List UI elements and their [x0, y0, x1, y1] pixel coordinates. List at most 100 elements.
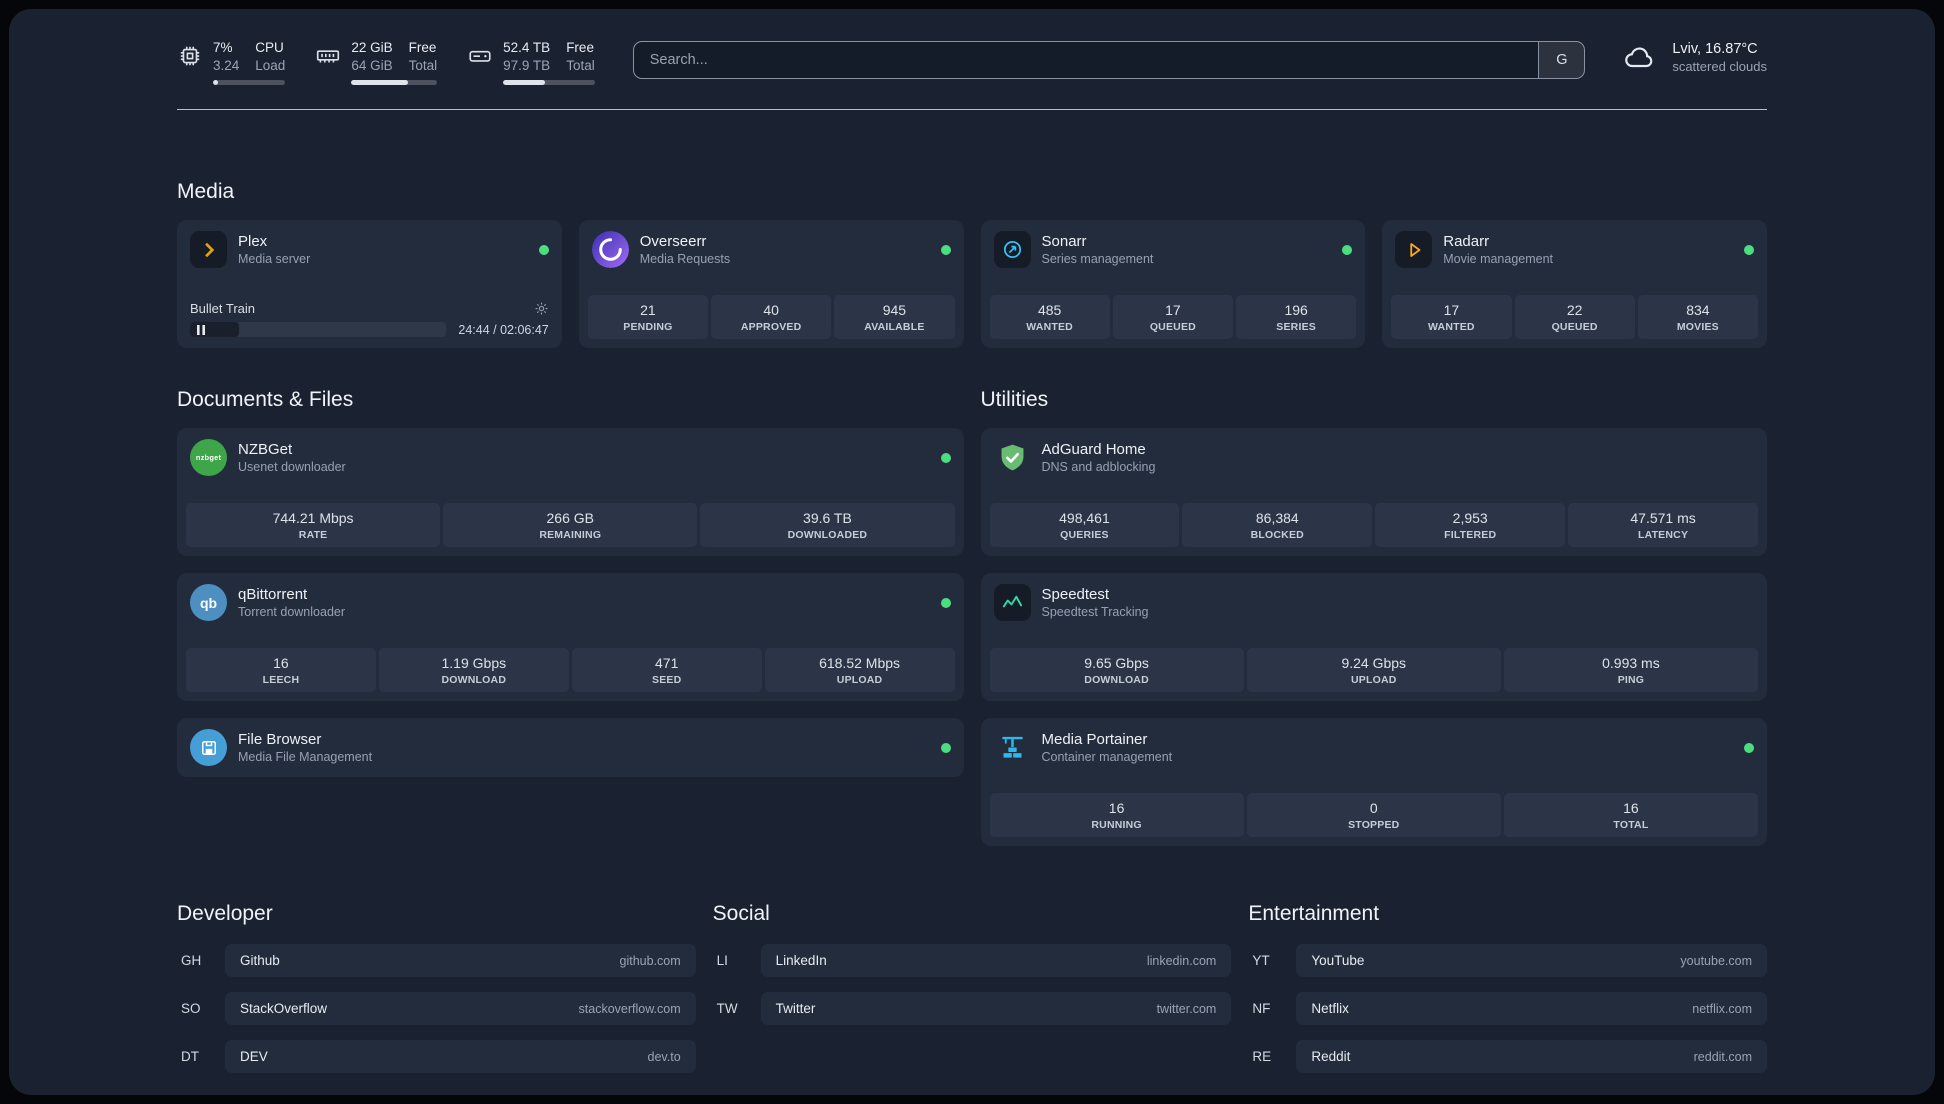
stat-remaining: 266 GB REMAINING — [443, 503, 698, 548]
bookmark-group-title: Entertainment — [1248, 902, 1380, 926]
service-desc: Media Requests — [639, 252, 731, 267]
radarr-icon — [1395, 231, 1433, 269]
service-name: File Browser — [238, 731, 322, 749]
resource-widget-memory: 22 GiB 64 GiB Free Total — [315, 39, 438, 86]
service-desc: Speedtest Tracking — [1041, 605, 1149, 620]
service-card-overseerr[interactable]: Overseerr Media Requests 21 PENDING 40 APP… — [578, 220, 964, 349]
service-card-plex[interactable]: Plex Media server Bullet Train 24:44 / 0… — [177, 220, 562, 349]
stat-downloaded: 39.6 TB DOWNLOADED — [700, 503, 955, 548]
stat-stopped: 0 STOPPED — [1246, 793, 1501, 838]
service-card-radarr[interactable]: Radarr Movie management 17 WANTED 22 QUEUE… — [1382, 220, 1767, 349]
qbittorrent-icon: qb — [190, 584, 227, 622]
service-card-qbittorrent[interactable]: qb qBittorrent Torrent downloader 16 LEEC… — [177, 573, 964, 702]
weather-location: Lviv, 16.87°C — [1672, 41, 1758, 57]
service-desc: Media File Management — [238, 750, 373, 765]
weather-widget[interactable]: Lviv, 16.87°C scattered clouds — [1619, 41, 1767, 74]
service-card-sonarr[interactable]: Sonarr Series management 485 WANTED 17 QUE… — [980, 220, 1366, 349]
disk-progress-track — [503, 80, 595, 86]
bookmark-url: youtube.com — [1680, 953, 1752, 968]
playback-progress-bar[interactable] — [190, 322, 447, 338]
service-card-speedtest[interactable]: Speedtest Speedtest Tracking 9.65 Gbps DO… — [980, 573, 1767, 702]
memory-total-label: Total — [408, 58, 438, 74]
stat-seed: 471 SEED — [571, 648, 762, 693]
bookmark-name: YouTube — [1311, 953, 1365, 969]
service-desc: Usenet downloader — [238, 460, 346, 475]
now-playing-title: Bullet Train — [190, 301, 256, 317]
bookmark-youtube[interactable]: YT YouTube youtube.com — [1248, 944, 1767, 978]
bookmark-name: Reddit — [1311, 1049, 1351, 1065]
gear-icon[interactable] — [534, 301, 549, 316]
section-utilities: Utilities AdGuard Home DNS and adblockin… — [980, 388, 1767, 847]
service-name: Overseerr — [639, 233, 707, 251]
service-card-nzbget[interactable]: nzbget NZBGet Usenet downloader 744.21 M… — [177, 428, 964, 557]
status-dot — [538, 244, 549, 255]
pause-icon[interactable] — [197, 324, 205, 335]
playback-progress-fill — [190, 322, 239, 338]
service-desc: Media server — [238, 252, 311, 267]
disk-total-value: 97.9 TB — [503, 58, 551, 74]
bookmark-github[interactable]: GH Github github.com — [177, 944, 696, 978]
stat-approved: 40 APPROVED — [711, 295, 832, 340]
bookmark-group-title: Developer — [177, 902, 273, 926]
service-card-portainer[interactable]: Media Portainer Container management 16 R… — [980, 718, 1767, 847]
memory-icon — [315, 43, 341, 85]
bookmark-url: github.com — [619, 953, 681, 968]
bookmark-name: Netflix — [1311, 1001, 1349, 1017]
bookmark-abbr: TW — [716, 1001, 738, 1017]
bookmark-netflix[interactable]: NF Netflix netflix.com — [1248, 992, 1767, 1026]
service-name: NZBGet — [238, 441, 293, 459]
bookmark-group-developer: Developer GH Github github.com SO StackO… — [177, 902, 696, 1088]
bookmark-group-entertainment: Entertainment YT YouTube youtube.com NF … — [1248, 902, 1767, 1088]
bookmark-url: reddit.com — [1693, 1049, 1752, 1064]
dashboard: 7% 3.24 CPU Load 22 GiB 64 GiB Free Tota… — [9, 9, 1935, 1095]
disk-icon — [467, 43, 493, 85]
bookmark-twitter[interactable]: TW Twitter twitter.com — [713, 992, 1232, 1026]
search-input[interactable] — [633, 42, 1539, 78]
bookmark-reddit[interactable]: RE Reddit reddit.com — [1248, 1040, 1767, 1074]
bookmark-name: DEV — [240, 1049, 268, 1065]
cloud-icon — [1619, 42, 1659, 74]
cpu-progress-track — [213, 80, 286, 86]
sonarr-icon — [993, 231, 1031, 269]
overseerr-icon — [591, 231, 629, 269]
cpu-icon — [177, 43, 203, 85]
memory-progress-track — [351, 80, 438, 86]
stat-upload: 618.52 Mbps UPLOAD — [764, 648, 955, 693]
bookmark-name: StackOverflow — [240, 1001, 328, 1017]
stat-rate: 744.21 Mbps RATE — [186, 503, 441, 548]
memory-free-label: Free — [408, 40, 437, 55]
service-desc: Torrent downloader — [238, 605, 346, 620]
stat-available: 945 AVAILABLE — [834, 295, 955, 340]
section-title-media: Media — [177, 180, 235, 204]
service-desc: DNS and adblocking — [1041, 460, 1156, 475]
stat-blocked: 86,384 BLOCKED — [1182, 503, 1373, 548]
bookmark-dev[interactable]: DT DEV dev.to — [177, 1040, 696, 1074]
bookmark-abbr: DT — [181, 1049, 199, 1065]
bookmark-url: stackoverflow.com — [578, 1001, 681, 1016]
bookmark-stackoverflow[interactable]: SO StackOverflow stackoverflow.com — [177, 992, 696, 1026]
bookmark-linkedin[interactable]: LI LinkedIn linkedin.com — [713, 944, 1232, 978]
bookmark-abbr: RE — [1252, 1049, 1272, 1065]
bookmark-url: twitter.com — [1156, 1001, 1217, 1016]
service-desc: Container management — [1041, 750, 1173, 765]
status-dot — [940, 597, 951, 608]
stat-queries: 498,461 QUERIES — [989, 503, 1180, 548]
status-dot — [1342, 244, 1353, 255]
status-dot — [940, 452, 951, 463]
service-card-adguard[interactable]: AdGuard Home DNS and adblocking 498,461 Q… — [980, 428, 1767, 557]
service-card-filebrowser[interactable]: File Browser Media File Management — [177, 718, 964, 778]
status-dot — [1744, 742, 1754, 753]
resource-widget-cpu: 7% 3.24 CPU Load — [177, 39, 286, 86]
disk-total-label: Total — [566, 58, 595, 74]
stat-filtered: 2,953 FILTERED — [1375, 503, 1566, 548]
section-media: Media Plex Media server Bullet Train 24:… — [177, 180, 1767, 349]
stat-wanted: 485 WANTED — [989, 295, 1110, 340]
cpu-load-label: Load — [255, 58, 286, 74]
stat-download: 9.65 Gbps DOWNLOAD — [989, 648, 1244, 693]
bookmark-group-title: Social — [712, 902, 770, 926]
section-title-utilities: Utilities — [980, 388, 1049, 412]
status-dot — [940, 742, 951, 753]
cpu-load-value: 3.24 — [213, 58, 240, 74]
weather-condition: scattered clouds — [1672, 59, 1767, 74]
search-provider-button[interactable]: G — [1538, 42, 1585, 78]
